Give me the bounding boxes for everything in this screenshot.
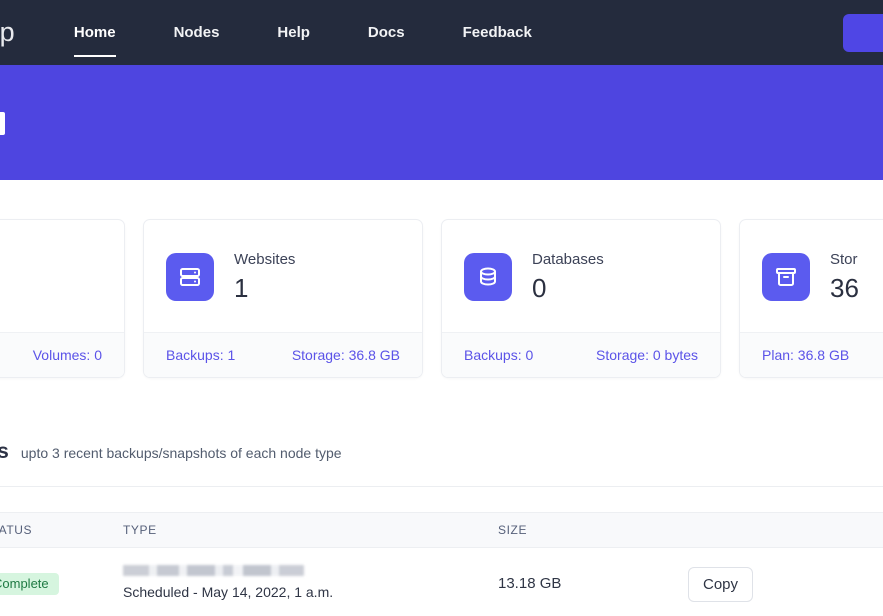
card-value: 36 (830, 272, 859, 304)
card-value: 1 (234, 272, 295, 304)
card-footer: Volumes: 0 (0, 332, 124, 377)
card-footer: Plan: 36.8 GB (740, 332, 883, 377)
table-row: kup Complete Scheduled - May 14, 2022, 1… (0, 548, 883, 612)
card-body (0, 220, 124, 332)
column-header-type: TYPE (123, 523, 498, 537)
row-schedule-text: Scheduled - May 14, 2022, 1 a.m. (123, 584, 333, 600)
card-storage-link[interactable]: Storage: 0 bytes (596, 347, 698, 363)
nav-links: Home Nodes Help Docs Feedback (74, 0, 590, 65)
card-body: Databases 0 (442, 220, 720, 332)
card-backups-link[interactable]: Backups: 1 (166, 347, 235, 363)
archive-icon (762, 253, 810, 301)
dashboard-page: heep Home Nodes Help Docs Feedback (0, 0, 883, 616)
card-label: Stor (830, 250, 859, 269)
row-size-text: 13.18 GB (498, 575, 561, 592)
section-heading: s & Snapshots upto 3 recent backups/snap… (0, 440, 342, 464)
card-meta: Websites 1 (234, 250, 295, 304)
card-storage-link[interactable]: Storage: 36.8 GB (292, 347, 400, 363)
banner-chip (0, 112, 5, 135)
section-divider (0, 486, 883, 487)
card-body: Websites 1 (144, 220, 422, 332)
top-navbar: heep Home Nodes Help Docs Feedback (0, 0, 883, 65)
summary-cards: Volumes: 0 Websites 1 (0, 219, 883, 378)
database-icon (464, 253, 512, 301)
cell-type: Scheduled - May 14, 2022, 1 a.m. (123, 565, 498, 604)
card-footer: Backups: 0 Storage: 0 bytes (442, 332, 720, 377)
cell-action: Copy (688, 567, 883, 602)
card-value: 0 (532, 272, 604, 304)
summary-card-databases[interactable]: Databases 0 Backups: 0 Storage: 0 bytes (441, 219, 721, 378)
redacted-text-block (123, 565, 304, 576)
cell-size: 13.18 GB (498, 575, 688, 593)
brand-logo[interactable]: heep (0, 0, 15, 65)
brand-text: heep (0, 17, 15, 48)
summary-card-storage[interactable]: Stor 36 Plan: 36.8 GB (739, 219, 883, 378)
card-plan-link[interactable]: Plan: 36.8 GB (762, 347, 849, 363)
card-meta: Stor 36 (830, 250, 859, 304)
card-label: Databases (532, 250, 604, 269)
card-meta: Databases 0 (532, 250, 604, 304)
nav-link-nodes[interactable]: Nodes (174, 0, 220, 65)
column-header-size: SIZE (498, 523, 688, 537)
card-foot-right-link[interactable]: Volumes: 0 (33, 347, 102, 363)
nav-link-docs[interactable]: Docs (368, 0, 405, 65)
status-badge: Complete (0, 573, 59, 595)
summary-card-volumes[interactable]: Volumes: 0 (0, 219, 125, 378)
hero-banner (0, 65, 883, 180)
nav-link-feedback[interactable]: Feedback (463, 0, 532, 65)
summary-card-websites[interactable]: Websites 1 Backups: 1 Storage: 36.8 GB (143, 219, 423, 378)
nav-link-home[interactable]: Home (74, 0, 116, 65)
nav-link-help[interactable]: Help (277, 0, 310, 65)
column-header-status: STATUS (0, 523, 123, 537)
section-title: s & Snapshots (0, 440, 9, 464)
card-footer: Backups: 1 Storage: 36.8 GB (144, 332, 422, 377)
card-backups-link[interactable]: Backups: 0 (464, 347, 533, 363)
cell-status: Complete (0, 573, 123, 595)
card-label: Websites (234, 250, 295, 269)
server-icon (166, 253, 214, 301)
table-header-row: STATUS TYPE SIZE (0, 512, 883, 548)
navbar-action-button[interactable] (843, 14, 883, 52)
card-body: Stor 36 (740, 220, 883, 332)
section-subtitle: upto 3 recent backups/snapshots of each … (21, 445, 342, 461)
copy-button[interactable]: Copy (688, 567, 753, 602)
backups-table: STATUS TYPE SIZE kup Complete Scheduled … (0, 512, 883, 612)
